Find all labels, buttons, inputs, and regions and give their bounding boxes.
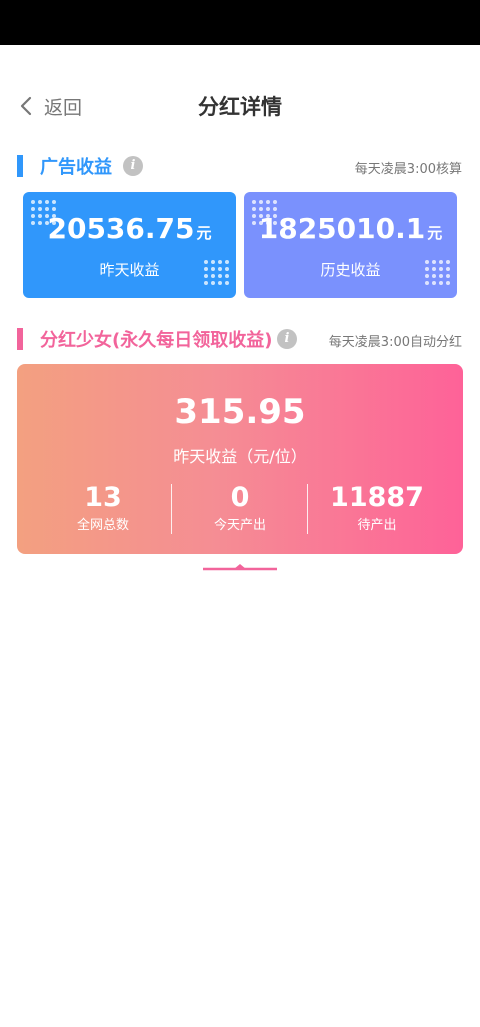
ad-income-title: 广告收益 — [40, 157, 112, 178]
history-income-amount: 1825010.1 — [258, 212, 426, 245]
section-marker — [17, 328, 23, 350]
stat-total: 13 全网总数 — [29, 482, 177, 533]
info-icon[interactable]: i — [277, 329, 297, 349]
dividend-amount-label: 昨天收益（元/位） — [173, 447, 307, 466]
currency-unit: 元 — [196, 224, 212, 242]
stat-pending-label: 待产出 — [357, 518, 397, 533]
ad-income-note: 每天凌晨3:00核算 — [354, 162, 462, 177]
currency-unit: 元 — [427, 224, 443, 242]
stat-today-value: 0 — [230, 482, 250, 513]
stat-total-value: 13 — [84, 482, 122, 513]
status-bar — [0, 0, 480, 45]
section-marker — [17, 155, 23, 177]
page-indicator — [203, 564, 277, 571]
dot-grid-icon — [425, 260, 450, 285]
stat-pending-value: 11887 — [330, 482, 424, 513]
nav-bar: 返回 分红详情 — [0, 45, 480, 165]
dot-grid-icon — [204, 260, 229, 285]
dividend-card: 315.95 昨天收益（元/位） 13 全网总数 0 今天产出 11887 待产… — [17, 364, 463, 554]
dividend-amount: 315.95 — [174, 392, 306, 432]
card-amount: 1825010.1 元 — [244, 212, 457, 245]
yesterday-income-card: 20536.75 元 昨天收益 — [23, 192, 236, 298]
stat-total-label: 全网总数 — [76, 518, 129, 533]
page-title: 分红详情 — [198, 95, 282, 119]
info-icon[interactable]: i — [123, 156, 143, 176]
card-amount: 20536.75 元 — [23, 212, 236, 245]
stat-pending: 11887 待产出 — [303, 482, 451, 533]
dividend-header: 分红少女(永久每日领取收益) i 每天凌晨3:00自动分红 — [0, 325, 480, 353]
stat-today-label: 今天产出 — [213, 518, 266, 533]
ad-income-header: 广告收益 i 每天凌晨3:00核算 — [0, 152, 480, 180]
yesterday-income-amount: 20536.75 — [47, 212, 195, 245]
stat-today: 0 今天产出 — [166, 482, 314, 533]
dividend-title: 分红少女(永久每日领取收益) — [40, 330, 273, 351]
history-income-card: 1825010.1 元 历史收益 — [244, 192, 457, 298]
dividend-note: 每天凌晨3:00自动分红 — [328, 335, 462, 350]
